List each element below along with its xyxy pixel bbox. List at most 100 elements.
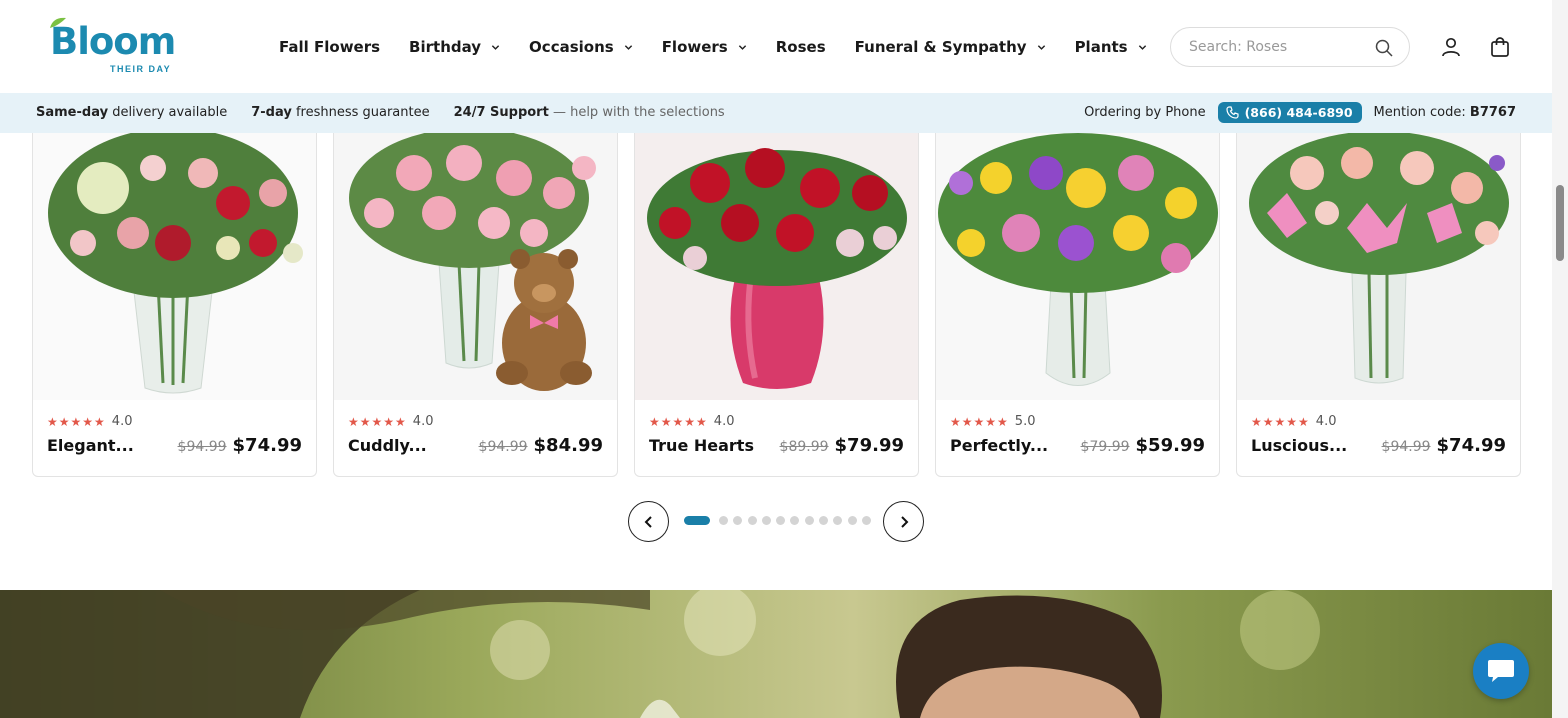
- chevron-down-icon: [1037, 44, 1045, 50]
- scrollbar-thumb[interactable]: [1556, 185, 1564, 261]
- chevron-down-icon: [624, 44, 632, 50]
- product-name[interactable]: Perfectly...: [950, 436, 1048, 455]
- product-rating: ★★★★★ 4.0: [1251, 414, 1336, 429]
- cart-icon[interactable]: [1489, 36, 1511, 58]
- info-bar-phone: Ordering by Phone (866) 484-6890 Mention…: [1084, 102, 1516, 123]
- carousel-dot[interactable]: [847, 516, 857, 525]
- carousel-dot[interactable]: [861, 516, 871, 525]
- carousel-pagination: [684, 516, 876, 525]
- chevron-down-icon: [1138, 44, 1146, 50]
- carousel-dot[interactable]: [833, 516, 843, 525]
- carousel-dot[interactable]: [761, 516, 771, 525]
- product-image[interactable]: [1237, 133, 1520, 400]
- search-input[interactable]: [1189, 37, 1369, 57]
- chevron-left-icon: [644, 515, 652, 528]
- original-price: $94.99: [478, 439, 528, 455]
- freshness-info: 7-day freshness guarantee: [251, 105, 430, 120]
- chevron-right-icon: [900, 515, 908, 528]
- brand-name: Bloom: [50, 20, 176, 63]
- star-rating-icon: ★★★★★: [950, 414, 1009, 429]
- star-rating-icon: ★★★★★: [348, 414, 407, 429]
- nav-item-label: Plants: [1074, 38, 1128, 56]
- chevron-down-icon: [491, 44, 500, 50]
- carousel-prev-button[interactable]: [628, 501, 669, 542]
- page-scrollbar[interactable]: [1552, 0, 1568, 718]
- nav-item-label: Birthday: [409, 38, 482, 56]
- star-rating-icon: ★★★★★: [1251, 414, 1310, 429]
- original-price: $94.99: [177, 439, 227, 455]
- nav-item-label: Roses: [775, 38, 826, 56]
- chat-button[interactable]: [1473, 643, 1529, 699]
- nav-item-label: Occasions: [529, 38, 614, 56]
- product-name[interactable]: Luscious...: [1251, 436, 1347, 455]
- mention-code: B7767: [1469, 105, 1516, 120]
- original-price: $94.99: [1381, 439, 1431, 455]
- carousel-next-button[interactable]: [883, 501, 924, 542]
- mention-label: Mention code:: [1373, 105, 1466, 120]
- product-card[interactable]: ★★★★★ 5.0 Perfectly... $79.99 $59.99: [935, 133, 1220, 477]
- star-rating-icon: ★★★★★: [649, 414, 708, 429]
- product-carousel: ★★★★★ 4.0 Elegant... $94.99 $74.99 ★★★★★…: [32, 133, 1521, 477]
- carousel-dot[interactable]: [747, 516, 757, 525]
- carousel-dot[interactable]: [790, 516, 800, 525]
- rating-value: 4.0: [713, 414, 735, 429]
- chevron-down-icon: [738, 44, 746, 50]
- sale-price: $74.99: [232, 435, 302, 456]
- carousel-dot[interactable]: [804, 516, 814, 525]
- star-rating-icon: ★★★★★: [47, 414, 106, 429]
- nav-item-label: Fall Flowers: [279, 38, 381, 56]
- rating-value: 4.0: [412, 414, 434, 429]
- product-image[interactable]: [33, 133, 316, 400]
- nav-item-fall-flowers[interactable]: Fall Flowers: [279, 38, 380, 56]
- product-image[interactable]: [635, 133, 918, 400]
- rating-value: 4.0: [111, 414, 133, 429]
- search-icon[interactable]: [1375, 39, 1393, 57]
- product-name[interactable]: Cuddly...: [348, 436, 427, 455]
- product-prices: $94.99 $74.99: [1382, 435, 1506, 456]
- sale-price: $79.99: [834, 435, 904, 456]
- ordering-label: Ordering by Phone: [1084, 105, 1206, 120]
- nav-item-flowers[interactable]: Flowers: [662, 38, 747, 56]
- nav-item-label: Flowers: [661, 38, 728, 56]
- product-name[interactable]: True Hearts: [649, 436, 754, 455]
- sale-price: $59.99: [1135, 435, 1205, 456]
- product-prices: $89.99 $79.99: [780, 435, 904, 456]
- product-card[interactable]: ★★★★★ 4.0 Elegant... $94.99 $74.99: [32, 133, 317, 477]
- original-price: $89.99: [779, 439, 829, 455]
- support-info: 24/7 Support — help with the selections: [453, 105, 725, 120]
- nav-item-label: Funeral & Sympathy: [854, 38, 1027, 56]
- product-prices: $94.99 $84.99: [479, 435, 603, 456]
- info-bar: Same-day delivery available 7-day freshn…: [0, 93, 1552, 133]
- main-nav: Fall Flowers Birthday Occasions Flowers …: [279, 36, 1176, 58]
- rating-value: 5.0: [1014, 414, 1036, 429]
- product-rating: ★★★★★ 4.0: [47, 414, 132, 429]
- product-card[interactable]: ★★★★★ 4.0 True Hearts $89.99 $79.99: [634, 133, 919, 477]
- product-card[interactable]: ★★★★★ 4.0 Cuddly... $94.99 $84.99: [333, 133, 618, 477]
- account-icon[interactable]: [1440, 36, 1462, 58]
- original-price: $79.99: [1080, 439, 1130, 455]
- site-header: Bloom THEIR DAY Fall Flowers Birthday Oc…: [0, 0, 1552, 93]
- product-card[interactable]: ★★★★★ 4.0 Luscious... $94.99 $74.99: [1236, 133, 1521, 477]
- product-name[interactable]: Elegant...: [47, 436, 134, 455]
- carousel-dot[interactable]: [733, 516, 743, 525]
- carousel-dot[interactable]: [776, 516, 786, 525]
- nav-item-funeral-sympathy[interactable]: Funeral & Sympathy: [855, 38, 1046, 56]
- info-bar-features: Same-day delivery available 7-day freshn…: [36, 105, 749, 120]
- product-image[interactable]: [334, 133, 617, 400]
- phone-icon: [1225, 106, 1239, 119]
- product-image[interactable]: [936, 133, 1219, 400]
- product-prices: $79.99 $59.99: [1081, 435, 1205, 456]
- brand-logo[interactable]: Bloom THEIR DAY: [46, 16, 176, 76]
- carousel-dot[interactable]: [719, 516, 728, 525]
- phone-link[interactable]: (866) 484-6890: [1217, 102, 1362, 123]
- nav-item-birthday[interactable]: Birthday: [409, 38, 500, 56]
- product-rating: ★★★★★ 4.0: [649, 414, 734, 429]
- nav-item-plants[interactable]: Plants: [1075, 38, 1147, 56]
- nav-item-roses[interactable]: Roses: [776, 38, 826, 56]
- carousel-dot-active[interactable]: [684, 516, 710, 525]
- carousel-dot[interactable]: [819, 516, 829, 525]
- nav-item-occasions[interactable]: Occasions: [529, 38, 633, 56]
- phone-number: (866) 484-6890: [1244, 105, 1353, 120]
- chat-icon: [1488, 660, 1514, 682]
- product-prices: $94.99 $74.99: [178, 435, 302, 456]
